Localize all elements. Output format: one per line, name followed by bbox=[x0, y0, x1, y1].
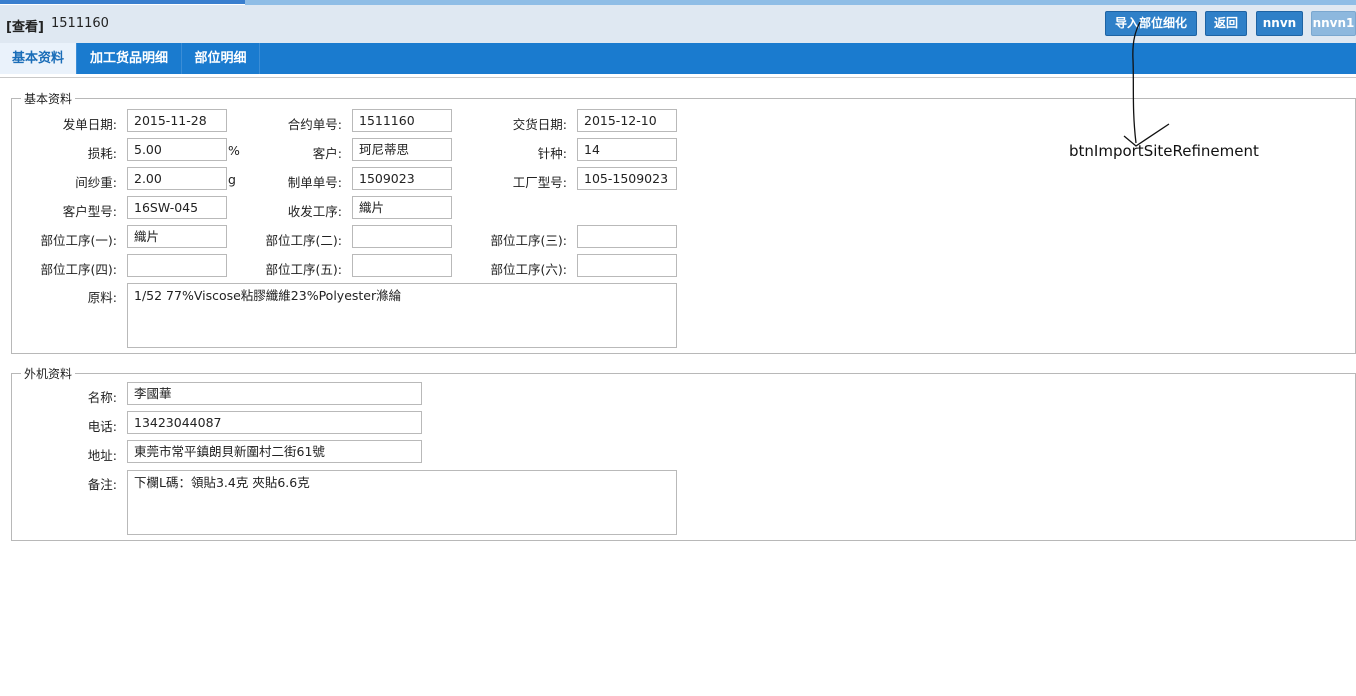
tab-part-detail[interactable]: 部位明细 bbox=[182, 43, 260, 74]
basic-info-legend: 基本资料 bbox=[21, 90, 76, 107]
make-no-label: 制单单号: bbox=[287, 175, 342, 190]
material-textarea[interactable]: 1/52 77%Viscose粘膠纖維23%Polyester滌綸 bbox=[127, 283, 677, 348]
delivery-date-label: 交货日期: bbox=[512, 117, 567, 132]
customer-field[interactable]: 珂尼蒂思 bbox=[352, 138, 452, 161]
nnvn-button[interactable]: nnvn bbox=[1256, 11, 1303, 36]
import-site-refinement-button[interactable]: 导入部位细化 bbox=[1105, 11, 1197, 36]
order-date-field[interactable]: 2015-11-28 bbox=[127, 109, 227, 132]
yarn-weight-label: 间纱重: bbox=[75, 175, 117, 190]
part-process-1-label: 部位工序(一): bbox=[40, 233, 117, 248]
yarn-weight-field[interactable]: 2.00 bbox=[127, 167, 227, 190]
ext-address-field[interactable]: 東莞市常平鎮朗貝新圍村二街61號 bbox=[127, 440, 422, 463]
page-header: [查看] 1511160 导入部位细化 返回 nnvn nnvn1 bbox=[0, 5, 1356, 43]
factory-model-field[interactable]: 105-1509023 bbox=[577, 167, 677, 190]
customer-model-field[interactable]: 16SW-045 bbox=[127, 196, 227, 219]
back-button[interactable]: 返回 bbox=[1205, 11, 1247, 36]
customer-label: 客户: bbox=[312, 146, 342, 161]
order-date-label: 发单日期: bbox=[62, 117, 117, 132]
tab-basic-info[interactable]: 基本资料 bbox=[0, 43, 77, 74]
tab-processed-goods-detail[interactable]: 加工货品明细 bbox=[77, 43, 182, 74]
contract-no-field[interactable]: 1511160 bbox=[352, 109, 452, 132]
part-process-1-field[interactable]: 織片 bbox=[127, 225, 227, 248]
loss-field[interactable]: 5.00 bbox=[127, 138, 227, 161]
tab-underline bbox=[0, 74, 1356, 78]
part-process-5-field[interactable] bbox=[352, 254, 452, 277]
nnvn1-button[interactable]: nnvn1 bbox=[1311, 11, 1356, 36]
ext-remark-textarea[interactable]: 下欄L碼：領貼3.4克 夾貼6.6克 bbox=[127, 470, 677, 535]
dispatch-process-label: 收发工序: bbox=[287, 204, 342, 219]
top-accent-bar bbox=[0, 0, 245, 4]
part-process-3-field[interactable] bbox=[577, 225, 677, 248]
make-no-field[interactable]: 1509023 bbox=[352, 167, 452, 190]
tab-bar: 基本资料 加工货品明细 部位明细 bbox=[0, 43, 1356, 74]
external-info-legend: 外机资料 bbox=[21, 365, 76, 382]
ext-phone-field[interactable]: 13423044087 bbox=[127, 411, 422, 434]
ext-name-label: 名称: bbox=[87, 390, 117, 405]
part-process-2-field[interactable] bbox=[352, 225, 452, 248]
view-mode-label: [查看] bbox=[6, 20, 44, 35]
part-process-4-field[interactable] bbox=[127, 254, 227, 277]
part-process-4-label: 部位工序(四): bbox=[40, 262, 117, 277]
yarn-weight-unit: g bbox=[228, 172, 236, 187]
loss-unit: % bbox=[228, 143, 240, 158]
needle-label: 针种: bbox=[537, 146, 567, 161]
part-process-3-label: 部位工序(三): bbox=[490, 233, 567, 248]
contract-no-label: 合约单号: bbox=[287, 117, 342, 132]
annotation-label: btnImportSiteRefinement bbox=[1069, 142, 1259, 160]
ext-address-label: 地址: bbox=[87, 448, 117, 463]
part-process-5-label: 部位工序(五): bbox=[265, 262, 342, 277]
material-label: 原料: bbox=[87, 290, 117, 305]
delivery-date-field[interactable]: 2015-12-10 bbox=[577, 109, 677, 132]
ext-phone-label: 电话: bbox=[87, 419, 117, 434]
customer-model-label: 客户型号: bbox=[62, 204, 117, 219]
factory-model-label: 工厂型号: bbox=[512, 175, 567, 190]
part-process-6-field[interactable] bbox=[577, 254, 677, 277]
needle-field[interactable]: 14 bbox=[577, 138, 677, 161]
part-process-2-label: 部位工序(二): bbox=[265, 233, 342, 248]
ext-name-field[interactable]: 李國華 bbox=[127, 382, 422, 405]
loss-label: 损耗: bbox=[87, 146, 117, 161]
part-process-6-label: 部位工序(六): bbox=[490, 262, 567, 277]
document-number: 1511160 bbox=[51, 16, 109, 31]
dispatch-process-field[interactable]: 織片 bbox=[352, 196, 452, 219]
ext-remark-label: 备注: bbox=[87, 477, 117, 492]
